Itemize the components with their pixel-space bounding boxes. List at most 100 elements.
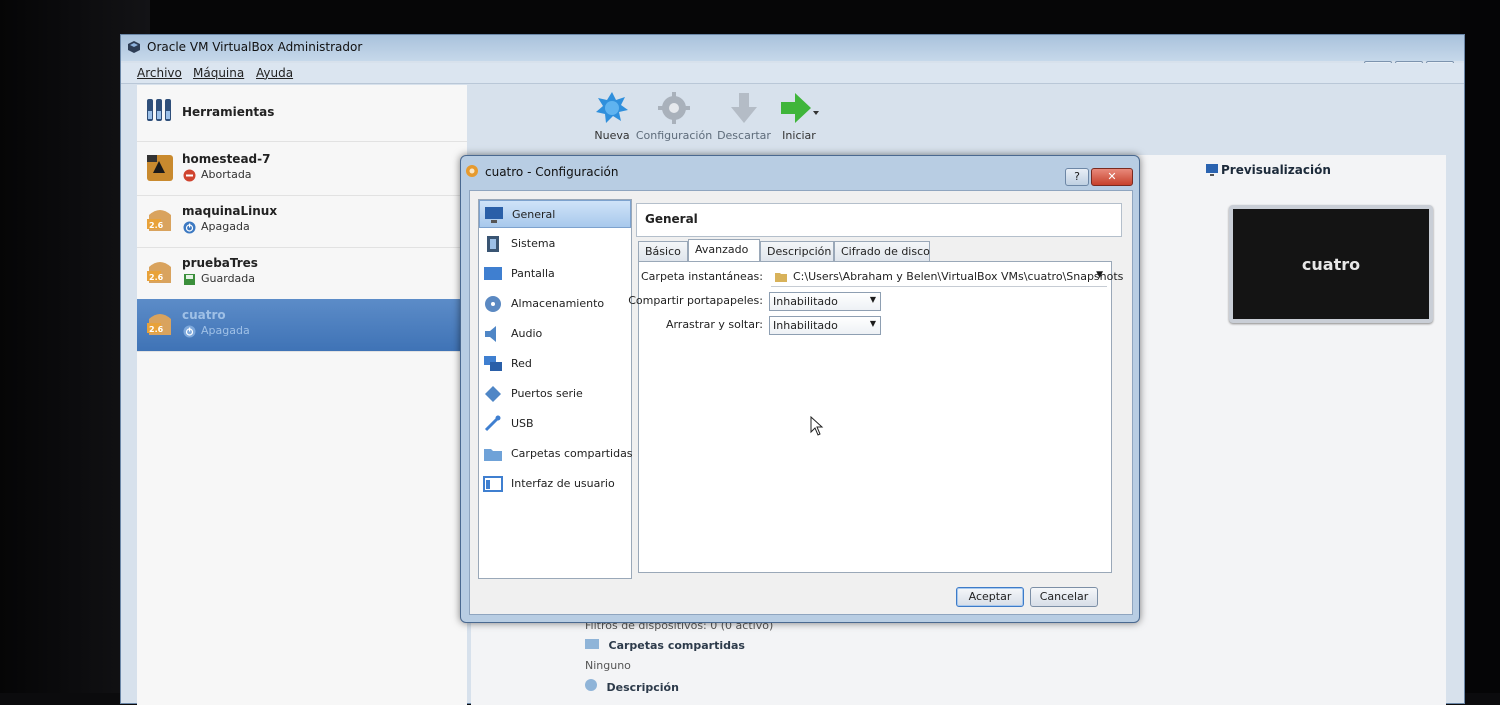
tools-icon — [147, 99, 171, 121]
ok-button[interactable]: Aceptar — [956, 587, 1024, 607]
tools-item[interactable]: Herramientas — [137, 85, 467, 142]
vm-state: Abortada — [201, 168, 252, 181]
preview-header: Previsualización — [1221, 163, 1331, 177]
aborted-state-icon — [183, 169, 196, 182]
gear-icon — [466, 165, 478, 177]
sidebar-item-label: Pantalla — [511, 267, 555, 280]
shared-folders-header[interactable]: Carpetas compartidas — [609, 639, 745, 652]
sidebar-item-label: USB — [511, 417, 534, 430]
screen-bezel-right — [1460, 0, 1500, 693]
vm-state: Apagada — [201, 324, 250, 337]
sidebar-item-label: Audio — [511, 327, 543, 340]
vm-version-badge: 2.6 — [149, 325, 164, 334]
vm-os-26-icon — [147, 314, 171, 335]
tab-cifrado-disco[interactable]: Cifrado de disco — [834, 241, 930, 261]
vm-name: cuatro — [182, 308, 226, 322]
snapshot-folder-label: Carpeta instantáneas: — [641, 270, 763, 283]
vm-item-maquinalinux[interactable]: 2.6 maquinaLinux Apagada — [137, 195, 467, 248]
section-header: General — [636, 203, 1122, 237]
cancel-button[interactable]: Cancelar — [1030, 587, 1098, 607]
start-label: Iniciar — [782, 129, 816, 142]
sidebar-item-pantalla[interactable]: Pantalla — [479, 260, 631, 288]
vm-name: homestead-7 — [182, 152, 271, 166]
main-titlebar: Oracle VM VirtualBox Administrador — [121, 35, 1464, 61]
screen-bezel-top — [0, 0, 1500, 34]
chevron-down-icon: ▼ — [1096, 270, 1103, 280]
sidebar-item-carpetas-compartidas[interactable]: Carpetas compartidas — [479, 440, 633, 468]
sidebar-item-label: Carpetas compartidas — [511, 447, 633, 460]
section-title: General — [645, 212, 698, 226]
chip-icon — [487, 236, 499, 252]
discard-arrow-icon — [731, 93, 757, 123]
shared-folders-value: Ninguno — [585, 659, 631, 672]
monitor-icon — [1206, 164, 1218, 176]
clipboard-label: Compartir portapapeles: — [628, 294, 763, 307]
dialog-titlebar: cuatro - Configuración ? ✕ — [461, 156, 1139, 186]
sidebar-item-label: Almacenamiento — [511, 297, 605, 310]
settings-sidebar: General Sistema Pantalla Almacenamiento … — [478, 199, 633, 579]
vm-state: Guardada — [201, 272, 256, 285]
sidebar-item-label: Interfaz de usuario — [511, 477, 615, 490]
virtualbox-logo-icon — [128, 41, 140, 53]
sidebar-item-usb[interactable]: USB — [479, 410, 631, 438]
sidebar-item-puertos-serie[interactable]: Puertos serie — [479, 380, 631, 408]
sidebar-item-general[interactable]: General — [479, 200, 631, 228]
drag-drop-select[interactable]: Inhabilitado ▼ — [769, 316, 881, 335]
vm-item-pruebatres[interactable]: 2.6 pruebaTres Guardada — [137, 247, 467, 300]
settings-label: Configuración — [635, 129, 713, 142]
dialog-body: General Sistema Pantalla Almacenamiento … — [469, 190, 1133, 615]
menu-archivo[interactable]: Archivo — [137, 66, 182, 80]
vm-name: pruebaTres — [182, 256, 258, 270]
sidebar-item-almacenamiento[interactable]: Almacenamiento — [479, 290, 631, 318]
sidebar-item-label: Sistema — [511, 237, 556, 250]
shared-folder-icon — [585, 639, 599, 649]
speaker-icon — [485, 326, 496, 342]
vm-os-26-icon — [147, 210, 171, 231]
network-icon — [484, 356, 502, 371]
folder-icon — [484, 449, 502, 461]
folder-icon — [775, 273, 787, 282]
new-starburst-icon — [596, 92, 628, 123]
sidebar-item-interfaz-usuario[interactable]: Interfaz de usuario — [479, 470, 631, 498]
menu-ayuda[interactable]: Ayuda — [256, 66, 293, 80]
start-button[interactable]: Iniciar — [764, 91, 834, 142]
mouse-pointer-icon — [810, 416, 824, 436]
sidebar-item-red[interactable]: Red — [479, 350, 631, 378]
gear-icon — [658, 92, 690, 124]
main-toolbar: Nueva Configuración Descartar Iniciar — [579, 91, 879, 157]
disk-icon — [485, 296, 501, 312]
sidebar-item-audio[interactable]: Audio — [479, 320, 631, 348]
tab-avanzado[interactable]: Avanzado — [688, 239, 760, 261]
menu-maquina[interactable]: Máquina — [193, 66, 244, 80]
vm-item-cuatro[interactable]: 2.6 cuatro Apagada — [137, 299, 467, 352]
drag-drop-value: Inhabilitado — [773, 319, 838, 332]
power-off-state-icon — [183, 325, 196, 338]
usb-icon — [484, 415, 501, 432]
sidebar-item-sistema[interactable]: Sistema — [479, 230, 631, 258]
vm-item-homestead-7[interactable]: homestead-7 Abortada — [137, 143, 467, 196]
settings-dialog: cuatro - Configuración ? ✕ General Siste… — [460, 155, 1140, 623]
description-icon — [585, 679, 597, 691]
tab-basico[interactable]: Básico — [638, 241, 688, 261]
preview-panel: Previsualización cuatro — [1206, 157, 1451, 327]
description-header[interactable]: Descripción — [607, 681, 679, 694]
close-dialog-button[interactable]: ✕ — [1091, 168, 1133, 186]
snapshot-folder-selector[interactable]: C:\Users\Abraham y Belen\VirtualBox VMs\… — [771, 268, 1123, 287]
vm-list: Herramientas homestead-7 Abortada 2.6 ma… — [137, 85, 467, 705]
monitor-icon — [485, 207, 503, 223]
tab-descripcion[interactable]: Descripción — [760, 241, 834, 261]
drag-drop-label: Arrastrar y soltar: — [665, 318, 763, 331]
serial-port-icon — [485, 386, 501, 402]
tools-label: Herramientas — [182, 105, 275, 119]
clipboard-select[interactable]: Inhabilitado ▼ — [769, 292, 881, 311]
main-window-title: Oracle VM VirtualBox Administrador — [147, 40, 363, 54]
menubar: Archivo Máquina Ayuda — [121, 63, 1464, 84]
preview-screen: cuatro — [1229, 205, 1433, 323]
saved-state-icon — [184, 274, 195, 285]
settings-button[interactable]: Configuración — [629, 91, 719, 142]
vm-name: maquinaLinux — [182, 204, 278, 218]
dialog-title: cuatro - Configuración — [485, 165, 619, 179]
sidebar-item-label: Puertos serie — [511, 387, 583, 400]
display-icon — [484, 267, 502, 280]
help-button[interactable]: ? — [1065, 168, 1089, 186]
